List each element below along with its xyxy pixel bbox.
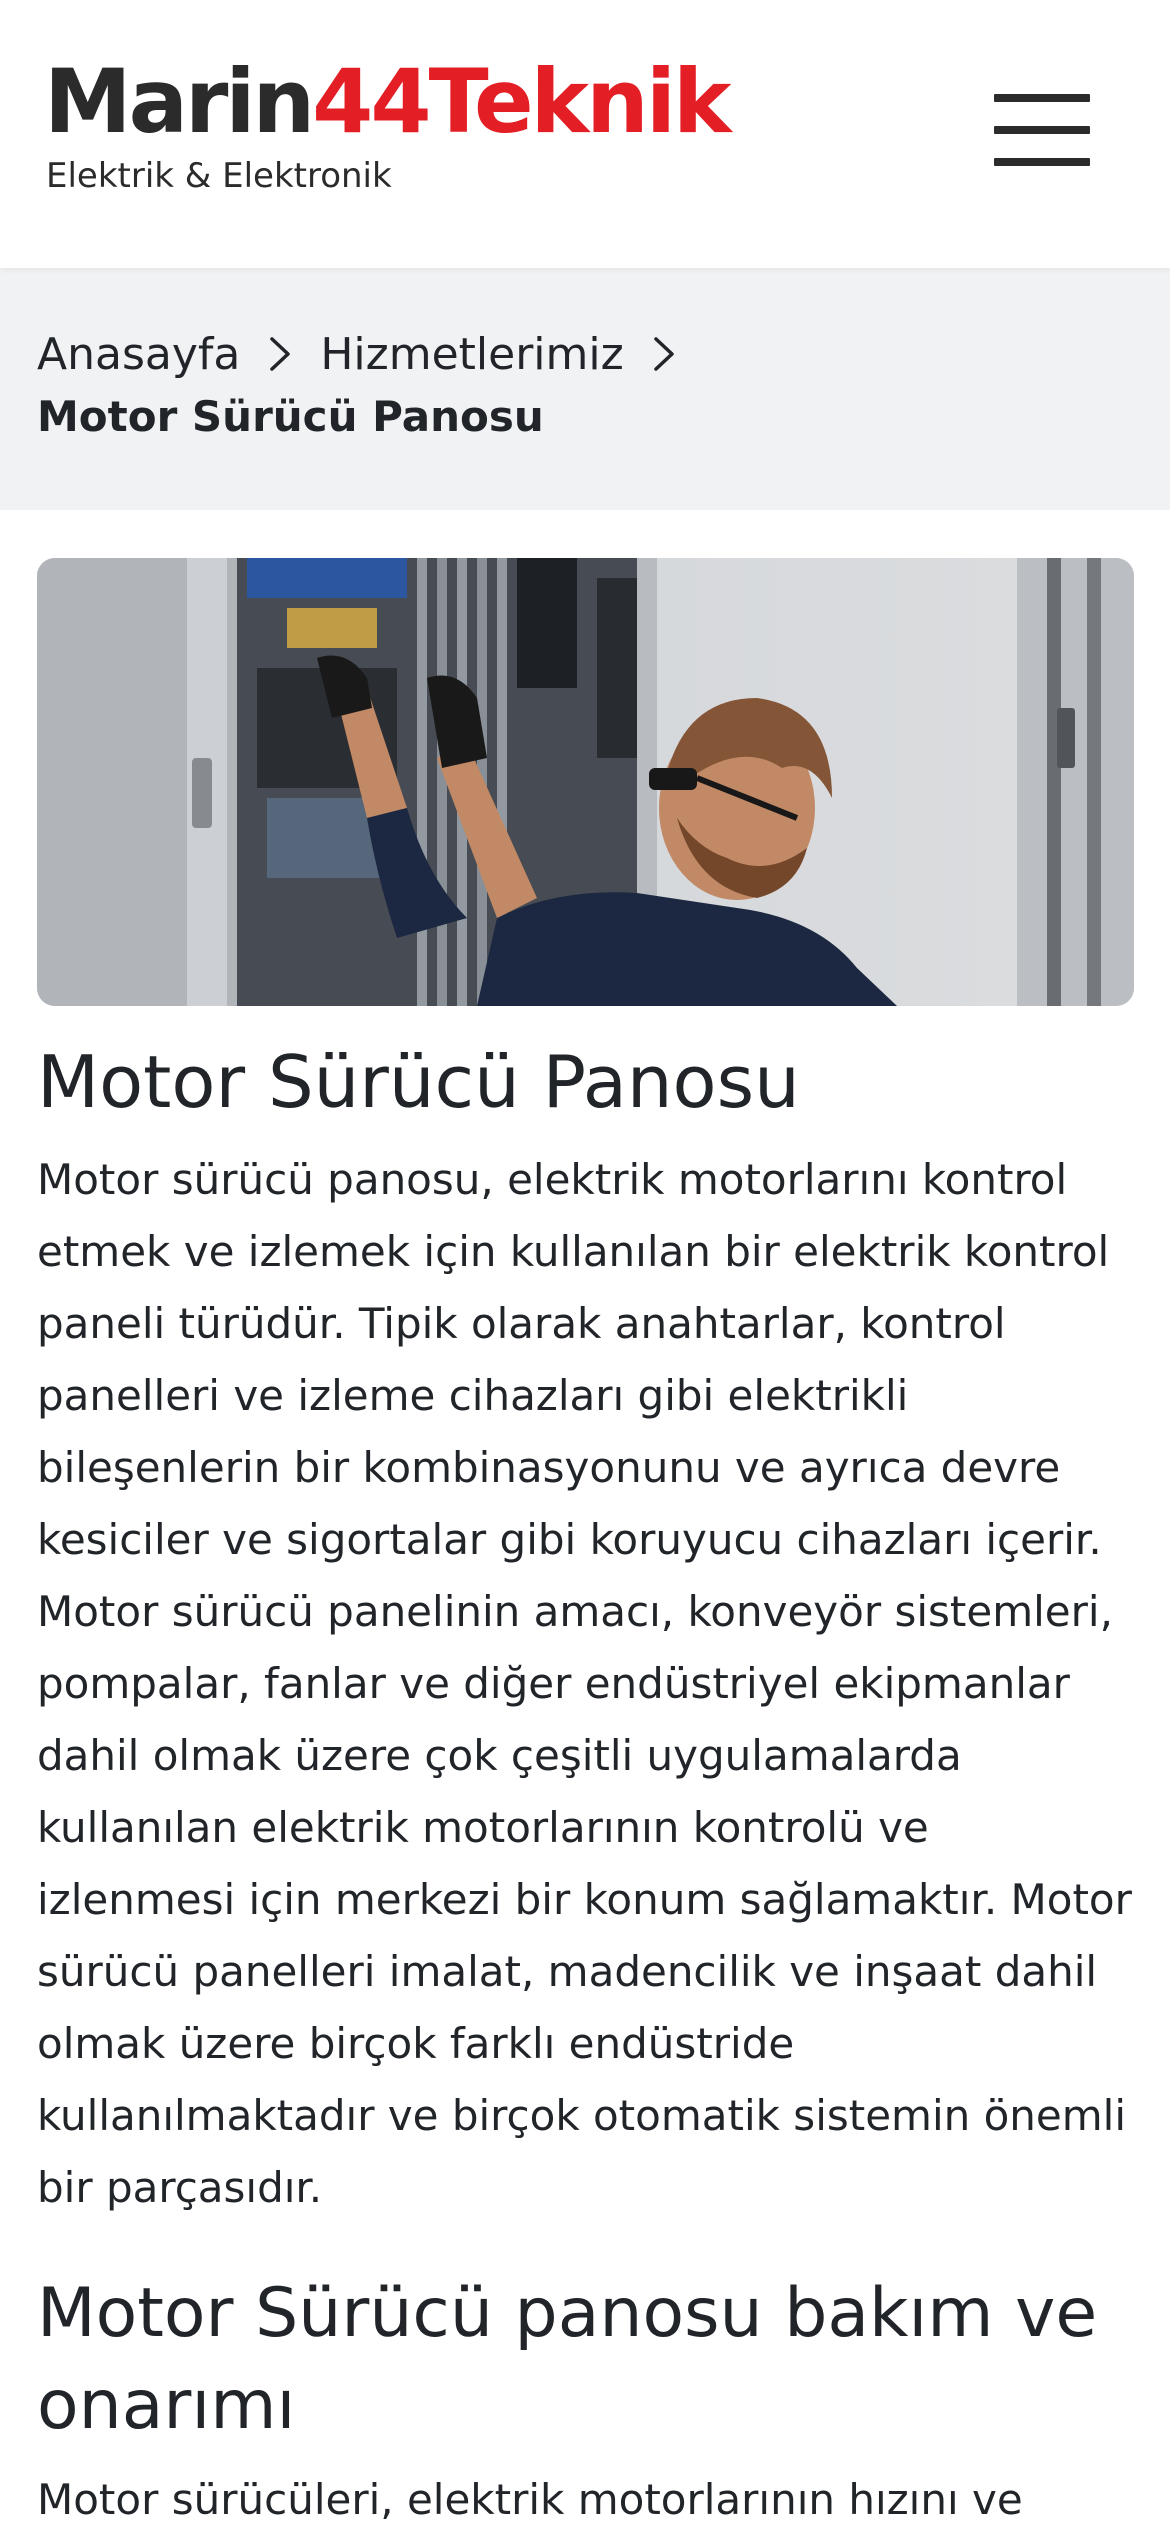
page-title: Motor Sürücü Panosu [37, 1040, 800, 1124]
technician-electrical-panel-photo [37, 558, 1134, 1006]
chevron-right-icon [240, 318, 320, 390]
breadcrumb-home-link[interactable]: Anasayfa [37, 329, 240, 380]
site-logo[interactable]: Marin44Teknik Elektrik & Elektronik [44, 50, 732, 197]
breadcrumb-links: Anasayfa Hizmetlerimiz [37, 318, 1133, 390]
chevron-right-icon [624, 318, 704, 390]
main-content: Motor Sürücü Panosu Motor sürücü panosu,… [37, 1030, 1137, 2536]
menu-bar [994, 94, 1090, 102]
description-paragraph-2: Motor sürücüleri, elektrik motorlarının … [37, 2475, 1023, 2524]
logo-wordmark: Marin44Teknik [44, 50, 732, 153]
breadcrumb-current-page: Motor Sürücü Panosu [37, 392, 544, 441]
hamburger-menu-icon[interactable] [988, 88, 1092, 176]
description-paragraph: Motor sürücü panosu, elektrik motorların… [37, 1155, 1132, 2212]
section-subtitle: Motor Sürücü panosu bakım ve onarımı [37, 2274, 1098, 2445]
logo-part-marin: Marin [44, 50, 315, 153]
logo-tagline: Elektrik & Elektronik [46, 156, 392, 196]
menu-bar [994, 158, 1090, 166]
site-header: Marin44Teknik Elektrik & Elektronik [0, 0, 1170, 268]
breadcrumb-services-link[interactable]: Hizmetlerimiz [320, 329, 623, 380]
logo-part-44teknik: 44Teknik [312, 50, 731, 153]
breadcrumb: Anasayfa Hizmetlerimiz Motor Sürücü Pano… [37, 318, 1133, 441]
breadcrumb-bar: Anasayfa Hizmetlerimiz Motor Sürücü Pano… [0, 268, 1170, 510]
menu-bar [994, 126, 1090, 134]
